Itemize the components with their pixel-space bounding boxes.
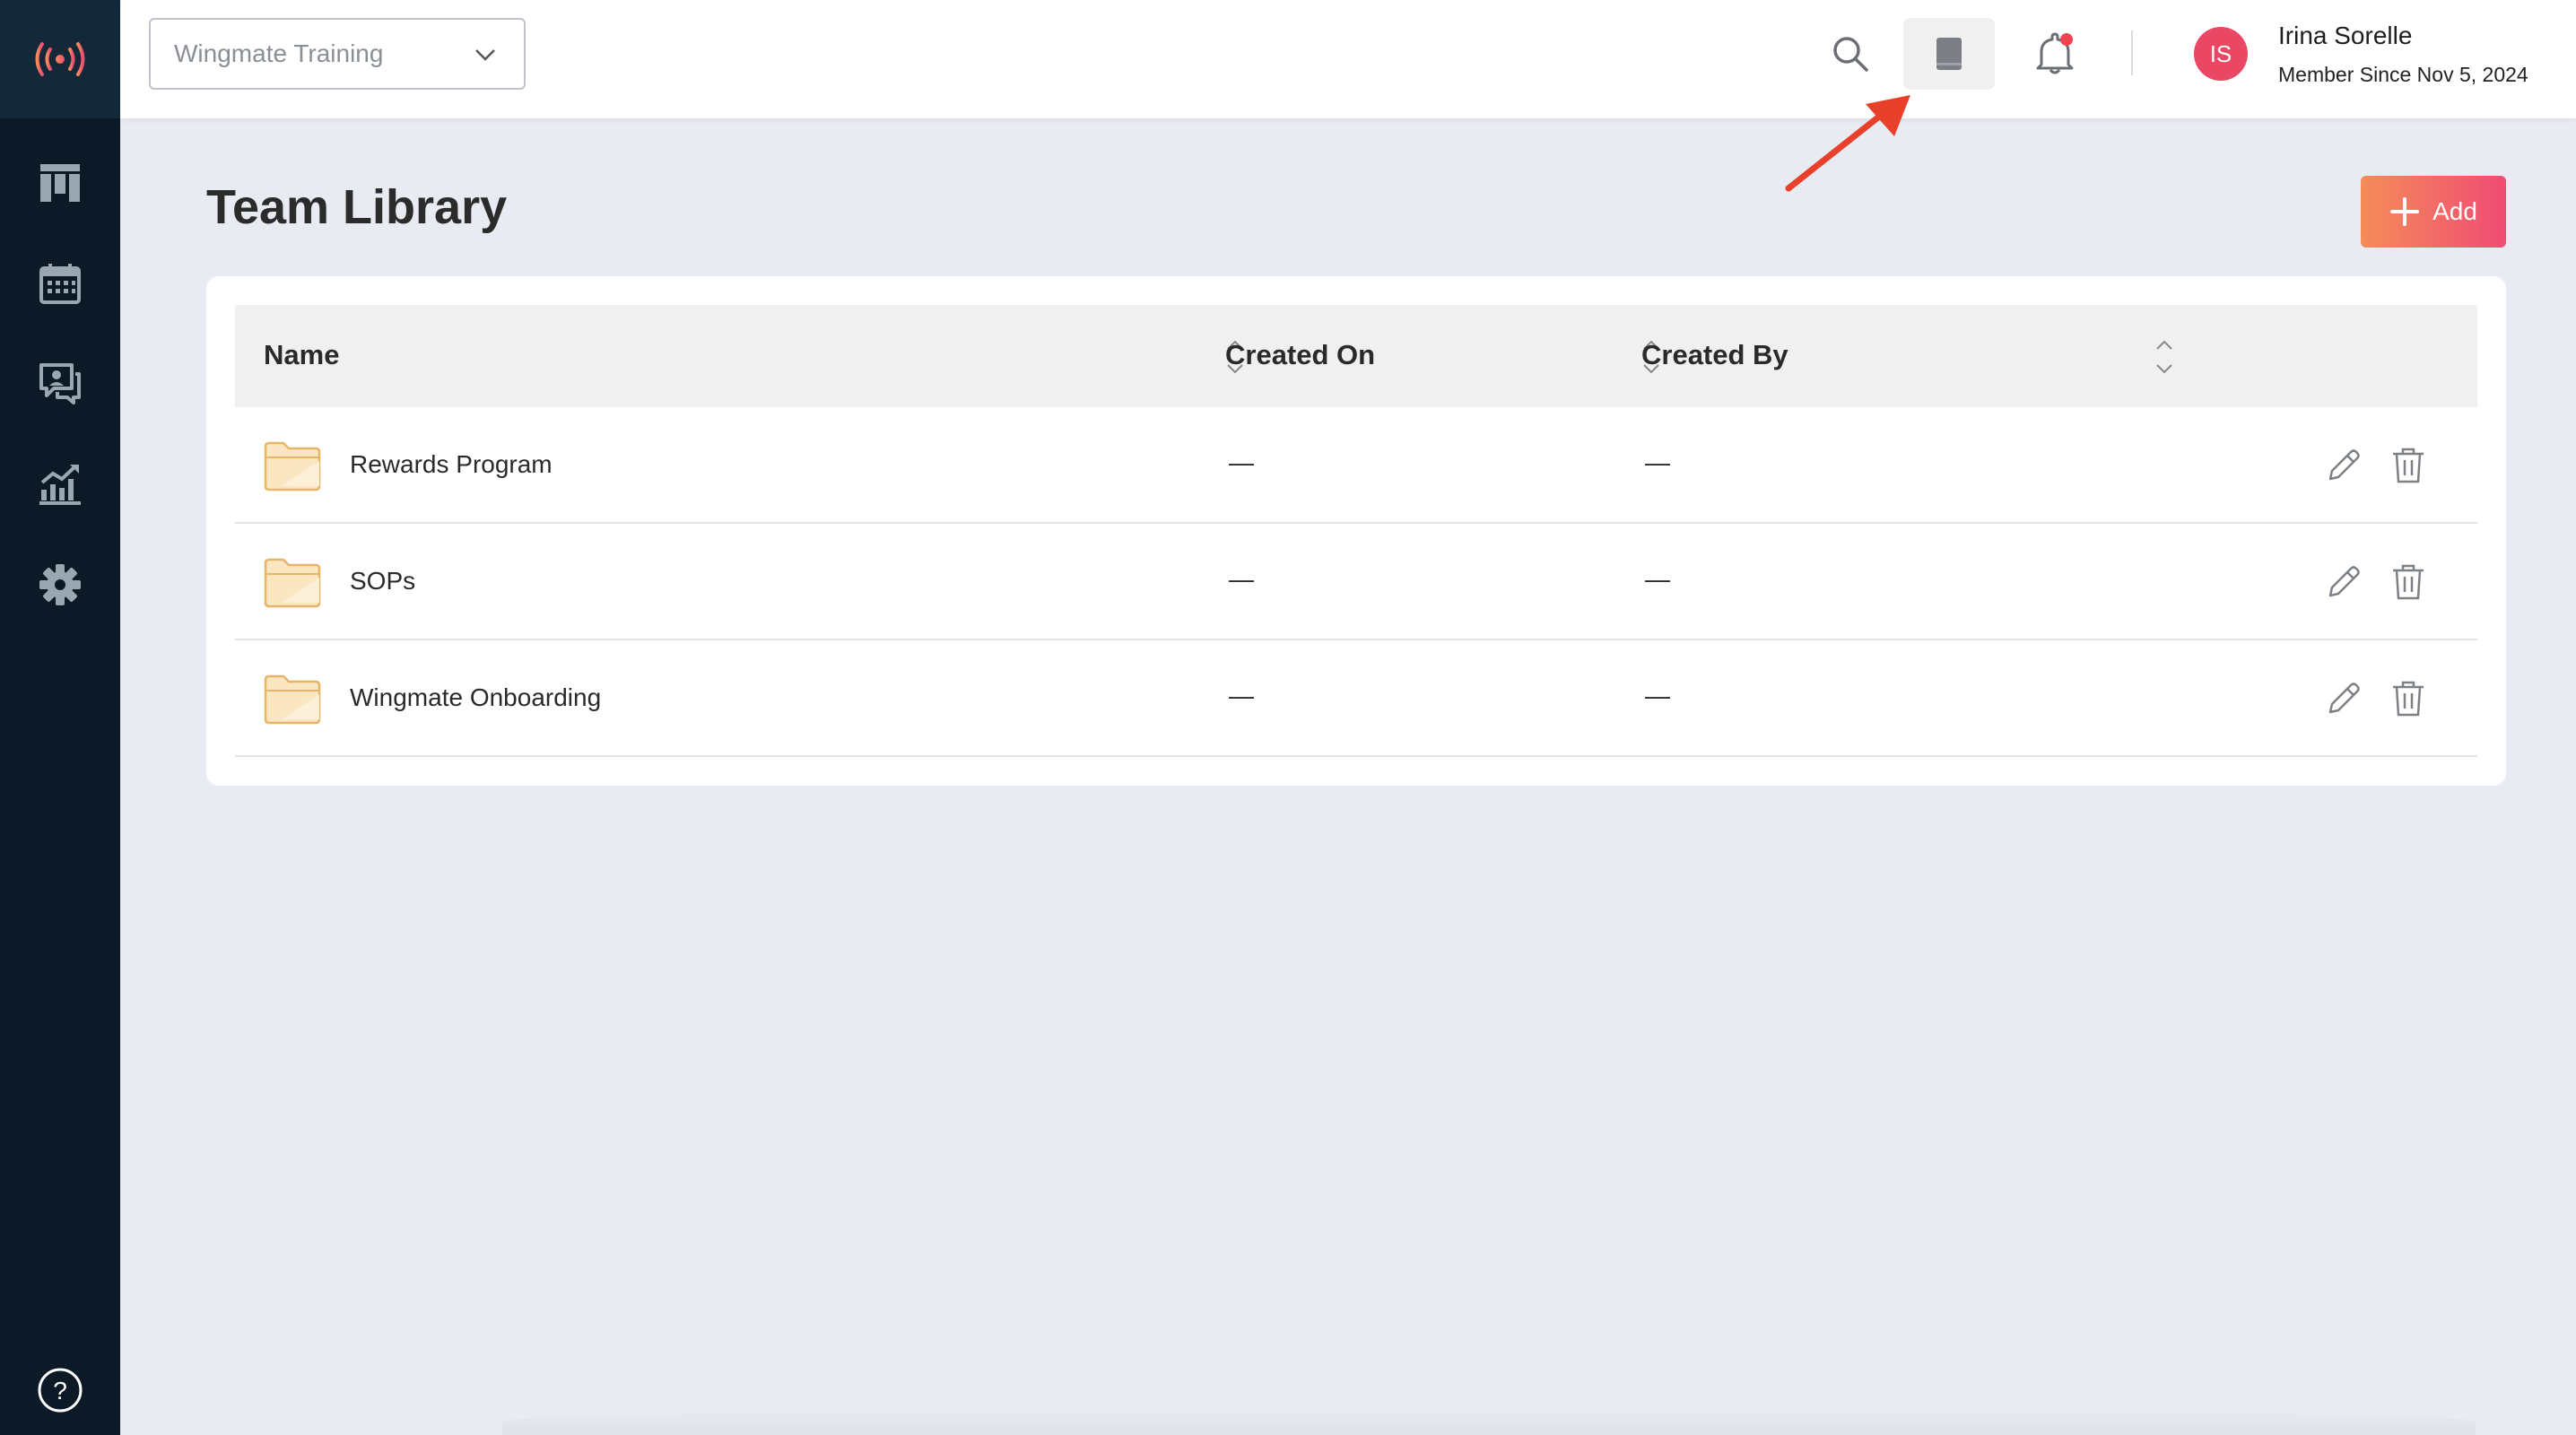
notifications-button[interactable]	[2009, 18, 2101, 90]
trash-icon[interactable]	[2391, 680, 2425, 718]
top-divider	[2131, 30, 2133, 75]
board-icon[interactable]	[30, 152, 91, 213]
book-icon	[1936, 38, 1962, 70]
search-button[interactable]	[1805, 18, 1896, 90]
pencil-icon[interactable]	[2325, 447, 2363, 484]
workspace-select-value: Wingmate Training	[174, 39, 384, 67]
gear-icon[interactable]	[30, 554, 91, 615]
row-name[interactable]: Rewards Program	[350, 450, 553, 479]
trash-icon[interactable]	[2391, 563, 2425, 601]
search-icon	[1833, 37, 1868, 72]
table-header: Name Created On Created By	[235, 305, 2477, 407]
table-row[interactable]: Wingmate Onboarding — —	[235, 640, 2477, 757]
pencil-icon[interactable]	[2325, 563, 2363, 601]
pencil-icon[interactable]	[2325, 680, 2363, 718]
annotation-arrow-icon	[1785, 95, 1910, 192]
top-bar: Wingmate Training IS Irina Sorelle Membe…	[120, 0, 2576, 118]
table-row[interactable]: SOPs — —	[235, 524, 2477, 640]
member-since: Member Since Nov 5, 2024	[2278, 63, 2528, 86]
page-title: Team Library	[206, 180, 508, 234]
calendar-icon[interactable]	[30, 253, 91, 314]
row-created-by: —	[1645, 565, 1670, 593]
help-icon[interactable]: ?	[33, 1363, 87, 1417]
svg-text:?: ?	[53, 1377, 67, 1405]
avatar-initials: IS	[2209, 39, 2232, 67]
row-created-on: —	[1229, 565, 1254, 593]
workspace-select[interactable]: Wingmate Training	[149, 18, 526, 90]
bell-icon	[2036, 32, 2074, 74]
column-header-name: Name	[264, 339, 340, 370]
folder-icon	[264, 441, 321, 491]
sort-created-by-icon[interactable]	[2154, 337, 2174, 377]
chat-icon[interactable]	[30, 353, 91, 414]
plus-icon	[2390, 197, 2420, 226]
chevron-down-icon	[475, 49, 495, 61]
add-button[interactable]: Add	[2361, 176, 2506, 248]
trash-icon[interactable]	[2391, 447, 2425, 484]
bottom-shadow	[502, 1408, 2476, 1435]
row-created-on: —	[1229, 448, 1254, 476]
user-name: Irina Sorelle	[2278, 22, 2413, 49]
column-header-created-by: Created By	[1641, 339, 1788, 370]
row-created-on: —	[1229, 682, 1254, 709]
row-name[interactable]: Wingmate Onboarding	[350, 683, 601, 712]
row-name[interactable]: SOPs	[350, 567, 415, 596]
avatar[interactable]: IS	[2194, 27, 2248, 81]
row-created-by: —	[1645, 682, 1670, 709]
library-table: Name Created On Created By Rewards Progr…	[206, 276, 2506, 786]
analytics-icon[interactable]	[30, 454, 91, 515]
column-header-created-on: Created On	[1225, 339, 1376, 370]
folder-icon	[264, 674, 321, 725]
logo-icon[interactable]	[0, 0, 120, 118]
row-created-by: —	[1645, 448, 1670, 476]
sidebar: ?	[0, 0, 120, 1435]
table-row[interactable]: Rewards Program — —	[235, 407, 2477, 524]
add-button-label: Add	[2432, 197, 2477, 225]
folder-icon	[264, 558, 321, 608]
library-button[interactable]	[1903, 18, 1995, 90]
